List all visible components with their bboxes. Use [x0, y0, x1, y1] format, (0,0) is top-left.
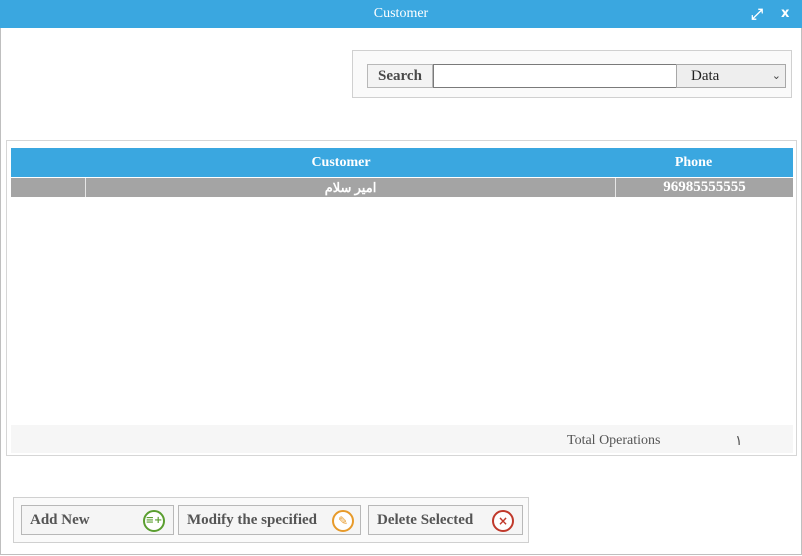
window-title: Customer: [373, 6, 429, 21]
search-panel: Search Data ⌄: [352, 50, 792, 98]
modify-button[interactable]: Modify the specified ✎: [178, 505, 361, 535]
action-toolbar: Add New ≡+ Modify the specified ✎ Delete…: [13, 497, 529, 543]
column-header-customer[interactable]: Customer: [291, 148, 391, 177]
title-bar: Customer ⤢ x: [0, 0, 802, 28]
close-circle-icon: ×: [492, 510, 514, 532]
row-selector-cell[interactable]: [11, 178, 86, 197]
close-icon[interactable]: x: [781, 0, 789, 28]
customer-cell[interactable]: امير سلام: [86, 178, 616, 197]
total-operations-value: ١: [735, 434, 743, 449]
total-operations-label: Total Operations: [567, 433, 661, 448]
add-list-icon: ≡+: [143, 510, 165, 532]
search-filter-select[interactable]: Data ⌄: [676, 64, 786, 88]
maximize-icon[interactable]: ⤢: [751, 0, 763, 28]
customer-grid: Customer Phone امير سلام 96985555555 Tot…: [6, 140, 797, 456]
table-row[interactable]: امير سلام 96985555555: [11, 178, 793, 197]
modify-label: Modify the specified: [187, 512, 317, 528]
search-label: Search: [367, 64, 433, 88]
search-input[interactable]: [433, 64, 677, 88]
delete-selected-button[interactable]: Delete Selected ×: [368, 505, 523, 535]
pencil-icon: ✎: [332, 510, 354, 532]
search-filter-value: Data: [691, 68, 720, 84]
delete-selected-label: Delete Selected: [377, 512, 474, 528]
add-new-button[interactable]: Add New ≡+: [21, 505, 174, 535]
grid-header: Customer Phone: [11, 148, 793, 177]
phone-cell[interactable]: 96985555555: [616, 178, 793, 197]
grid-footer: Total Operations ١: [11, 425, 793, 453]
chevron-down-icon: ⌄: [771, 69, 781, 82]
column-header-phone[interactable]: Phone: [636, 148, 751, 177]
add-new-label: Add New: [30, 512, 90, 528]
